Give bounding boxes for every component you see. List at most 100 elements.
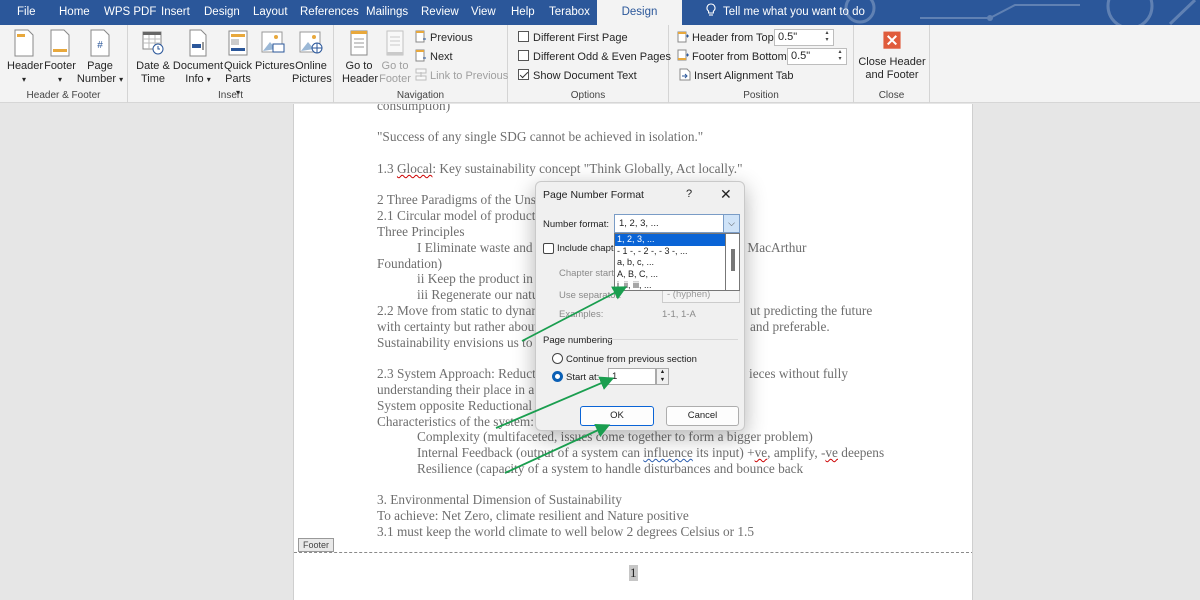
- checkbox-box[interactable]: [518, 50, 529, 61]
- tab-home[interactable]: Home: [59, 0, 90, 25]
- doc-line: Resilience (capacity of a system to hand…: [417, 461, 804, 476]
- option-arabic[interactable]: 1, 2, 3, ...: [615, 234, 725, 246]
- doc-line: Complexity (multifaceted, issues come to…: [417, 429, 813, 444]
- help-button[interactable]: ?: [686, 188, 692, 200]
- tab-references[interactable]: References: [300, 0, 359, 25]
- go-to-footer-icon: [386, 30, 404, 56]
- spelling-error[interactable]: ve: [755, 445, 768, 460]
- option-dashed-arabic[interactable]: - 1 -, - 2 -, - 3 -, ...: [615, 246, 725, 258]
- start-at-input[interactable]: 1: [608, 368, 656, 385]
- footer-page-number[interactable]: 1: [629, 565, 638, 581]
- close-button[interactable]: ✕: [720, 186, 732, 203]
- spinner-arrows-icon[interactable]: ▴ ▾: [823, 30, 831, 44]
- tab-file[interactable]: File: [17, 0, 36, 25]
- document-info-icon: [189, 29, 207, 57]
- group-close: Close Header and Footer Close: [854, 25, 930, 103]
- option-lowercase-roman[interactable]: i, ii, iii, ...: [615, 280, 725, 290]
- page-numbering-heading: Page numbering: [543, 335, 613, 346]
- option-lowercase-letters[interactable]: a, b, c, ...: [615, 257, 725, 269]
- ribbon: Header ▾ Footer ▾ # Page Number ▾ Header & …: [0, 25, 1200, 103]
- online-pictures-button[interactable]: Online Pictures: [292, 29, 332, 86]
- date-time-button[interactable]: Date & Time: [134, 29, 172, 86]
- tab-view[interactable]: View: [471, 0, 496, 25]
- checkbox-box[interactable]: [518, 69, 529, 80]
- continue-radio[interactable]: [552, 353, 563, 364]
- header-button[interactable]: Header ▾: [7, 29, 43, 86]
- tab-help[interactable]: Help: [511, 0, 535, 25]
- pictures-button[interactable]: Pictures: [255, 29, 295, 73]
- cancel-button[interactable]: Cancel: [666, 406, 739, 426]
- ok-button[interactable]: OK: [580, 406, 654, 426]
- chapter-starts-label: Chapter starts: [559, 268, 619, 279]
- checkbox-box[interactable]: [518, 31, 529, 42]
- doc-line: iii Regenerate our natu: [417, 287, 539, 302]
- doc-line: 2.3 System Approach: Reduct: [377, 366, 536, 381]
- doc-line: System opposite Reductional: [377, 398, 533, 413]
- insert-alignment-tab-button[interactable]: Insert Alignment Tab: [679, 68, 793, 84]
- show-document-text-checkbox[interactable]: Show Document Text: [518, 68, 637, 84]
- group-options: Different First Page Different Odd & Eve…: [508, 25, 671, 103]
- go-to-footer-button[interactable]: Go to Footer: [378, 29, 412, 86]
- tab-terabox[interactable]: Terabox: [549, 0, 590, 25]
- doc-line: Three Principles: [377, 224, 465, 239]
- tab-design[interactable]: Design: [204, 0, 240, 25]
- previous-button[interactable]: Previous: [415, 30, 473, 46]
- page-number-button[interactable]: # Page Number ▾: [76, 29, 124, 86]
- group-label-close: Close: [878, 90, 905, 101]
- tab-review[interactable]: Review: [421, 0, 459, 25]
- header-position-icon: [677, 31, 689, 43]
- tab-header-footer-design[interactable]: Design: [597, 0, 682, 25]
- footer-button[interactable]: Footer ▾: [43, 29, 77, 86]
- tab-layout[interactable]: Layout: [253, 0, 288, 25]
- group-label-navigation: Navigation: [396, 90, 445, 101]
- continue-label: Continue from previous section: [566, 354, 697, 365]
- doc-line: 3. Environmental Dimension of Sustainabi…: [377, 492, 622, 507]
- doc-line: 3.1 must keep the world climate to well …: [377, 524, 755, 539]
- close-header-footer-button[interactable]: Close Header and Footer: [858, 29, 926, 82]
- different-first-page-checkbox[interactable]: Different First Page: [518, 30, 628, 46]
- link-to-previous-button[interactable]: Link to Previous: [415, 68, 508, 84]
- doc-line: 2.2 Move from static to dynar: [377, 303, 536, 318]
- next-button[interactable]: Next: [415, 49, 453, 65]
- calendar-clock-icon: [142, 31, 164, 55]
- spelling-error[interactable]: ve: [825, 445, 838, 460]
- tab-insert[interactable]: Insert: [161, 0, 190, 25]
- spelling-error[interactable]: Glocal: [397, 161, 432, 176]
- footer-tag: Footer: [298, 538, 335, 552]
- ribbon-tab-bar: File Home WPS PDF Insert Design Layout R…: [0, 0, 1200, 25]
- options-scrollbar[interactable]: [726, 233, 740, 291]
- start-at-label: Start at:: [566, 372, 600, 383]
- different-odd-even-checkbox[interactable]: Different Odd & Even Pages: [518, 49, 671, 65]
- tab-mailings[interactable]: Mailings: [366, 0, 408, 25]
- section-divider: [608, 339, 738, 340]
- doc-line: 2.1 Circular model of product: [377, 208, 536, 223]
- document-info-button[interactable]: Document Info ▾: [172, 29, 224, 86]
- doc-line: To achieve: Net Zero, climate resilient …: [377, 508, 689, 523]
- spinner-arrows-icon[interactable]: ▴ ▾: [836, 49, 844, 63]
- start-at-radio[interactable]: [552, 371, 563, 382]
- doc-line: Sustainability envisions us to: [377, 335, 533, 350]
- option-uppercase-letters[interactable]: A, B, C, ...: [615, 269, 725, 281]
- doc-line: "Success of any single SDG cannot be ach…: [377, 129, 704, 144]
- header-from-top-input[interactable]: 0.5" ▴ ▾: [774, 29, 834, 46]
- tab-wps-pdf[interactable]: WPS PDF: [104, 0, 156, 25]
- scrollbar-thumb[interactable]: [731, 249, 735, 271]
- doc-line: Foundation): [377, 256, 443, 271]
- doc-line: understanding their place in a: [377, 382, 535, 397]
- group-header-footer: Header ▾ Footer ▾ # Page Number ▾ Header & …: [0, 25, 128, 103]
- footer-from-bottom-input[interactable]: 0.5" ▴ ▾: [787, 48, 847, 65]
- include-chapter-checkbox[interactable]: [543, 243, 554, 254]
- group-insert: Date & Time Document Info ▾ Quick Parts ▾ P…: [128, 25, 334, 103]
- footer-boundary-divider: [294, 552, 972, 553]
- pictures-icon: [261, 31, 285, 53]
- number-format-select[interactable]: 1, 2, 3, ... ⌵: [614, 214, 740, 233]
- close-x-icon: [883, 31, 901, 49]
- group-label-position: Position: [743, 90, 779, 101]
- quick-parts-button[interactable]: Quick Parts ▾: [223, 29, 253, 99]
- start-at-spinner-icon[interactable]: ▲ ▼: [656, 368, 669, 385]
- go-to-header-button[interactable]: Go to Header: [342, 29, 378, 86]
- chevron-down-icon[interactable]: ⌵: [723, 215, 739, 232]
- grammar-suggestion[interactable]: influence: [643, 445, 692, 460]
- doc-line: I Eliminate waste and: [417, 240, 533, 255]
- doc-line: ii Keep the product in: [417, 271, 533, 286]
